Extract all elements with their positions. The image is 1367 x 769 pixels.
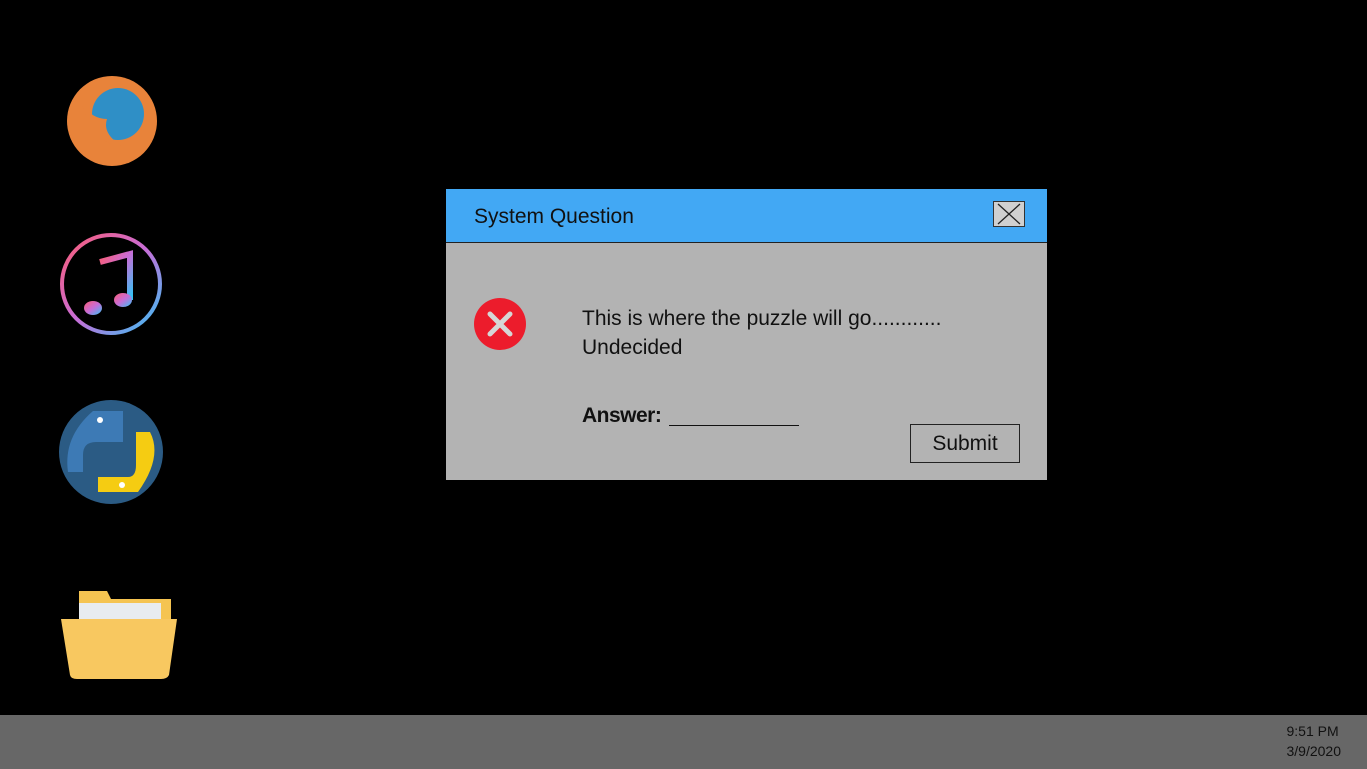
message-line-2: Undecided bbox=[582, 336, 683, 359]
close-button[interactable] bbox=[993, 201, 1025, 227]
error-icon bbox=[474, 298, 526, 350]
clock-date: 3/9/2020 bbox=[1286, 743, 1342, 759]
close-icon bbox=[997, 203, 1021, 225]
submit-button[interactable]: Submit bbox=[910, 424, 1020, 463]
dialog-title: System Question bbox=[474, 205, 634, 228]
system-question-dialog: System Question This is where the puzzle… bbox=[446, 189, 1047, 480]
answer-input[interactable] bbox=[669, 425, 799, 426]
taskbar: 9:51 PM 3/9/2020 bbox=[0, 715, 1367, 769]
taskbar-clock[interactable]: 9:51 PM 3/9/2020 bbox=[1287, 721, 1342, 761]
firefox-icon[interactable] bbox=[62, 74, 162, 173]
dialog-message: This is where the puzzle will go........… bbox=[582, 304, 941, 362]
message-line-1: This is where the puzzle will go........… bbox=[582, 307, 942, 330]
answer-label: Answer: bbox=[582, 404, 662, 427]
python-icon[interactable] bbox=[58, 397, 164, 512]
clock-time: 9:51 PM bbox=[1286, 723, 1339, 739]
dialog-titlebar[interactable]: System Question bbox=[446, 189, 1047, 243]
folder-icon[interactable] bbox=[61, 589, 177, 686]
itunes-icon[interactable] bbox=[58, 232, 164, 341]
